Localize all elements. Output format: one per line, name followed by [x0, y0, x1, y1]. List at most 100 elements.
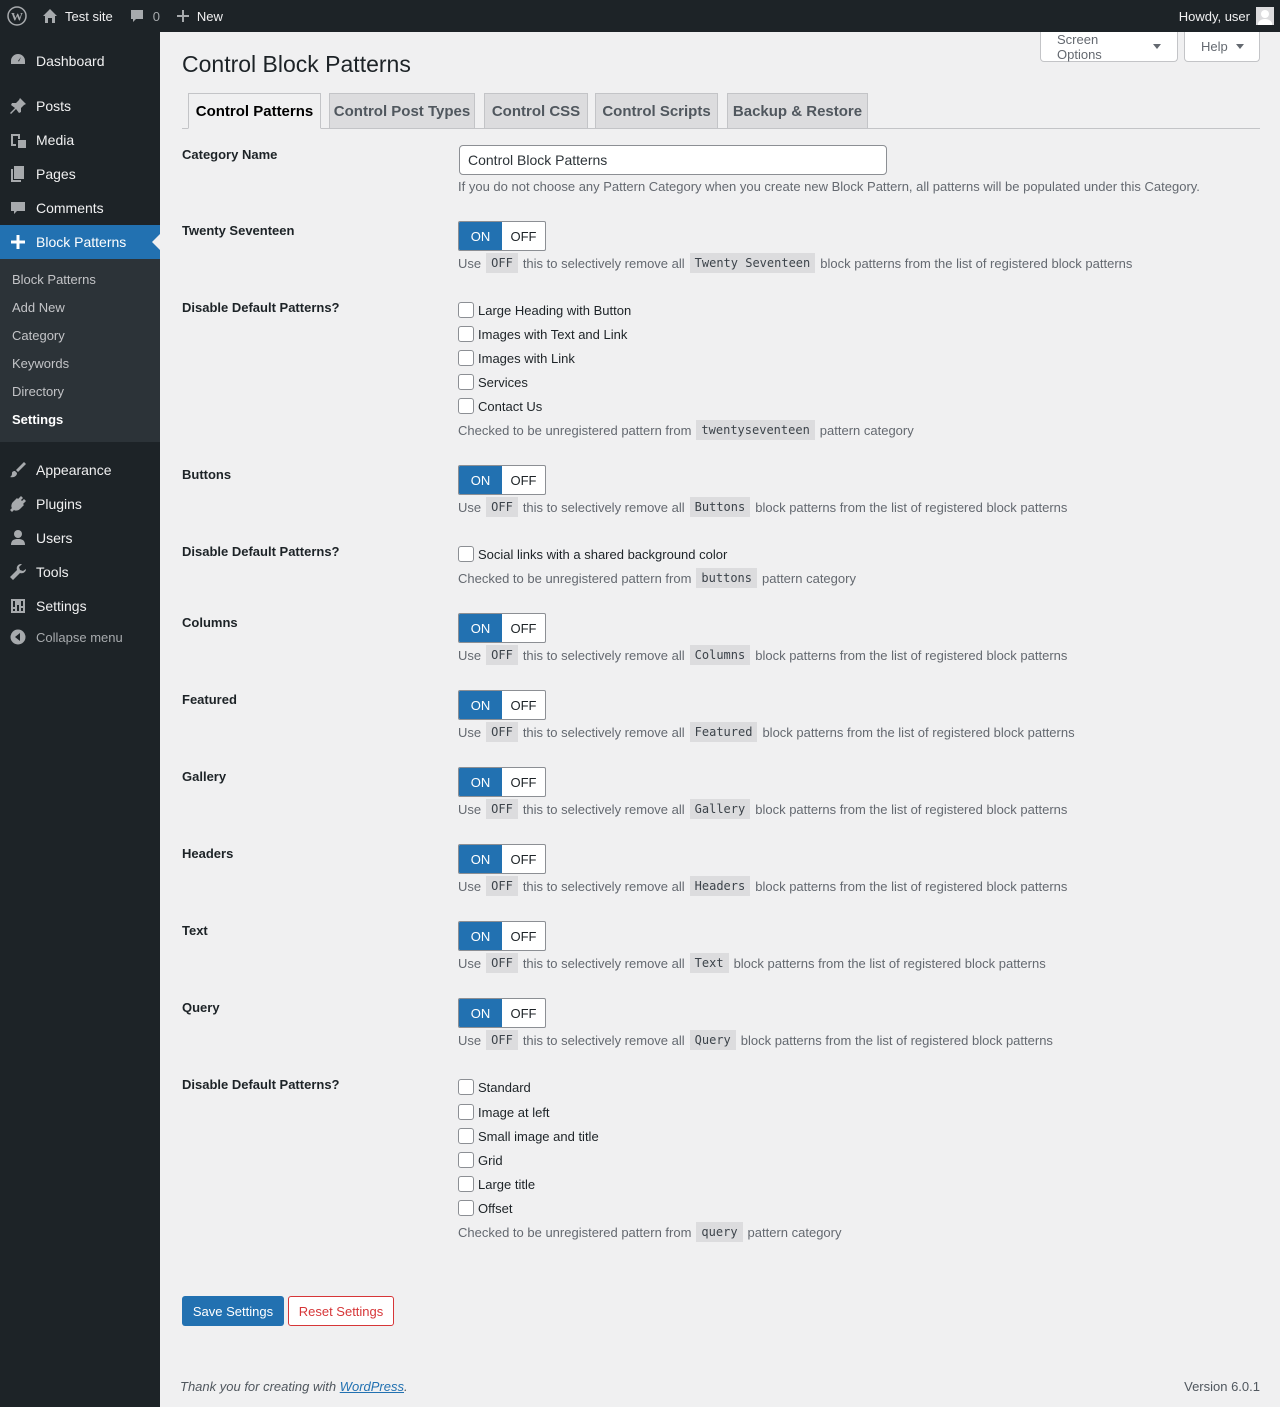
- sidebar-item-comments[interactable]: Comments: [0, 191, 160, 225]
- save-settings-button[interactable]: Save Settings: [182, 1296, 284, 1326]
- submenu-item-settings[interactable]: Settings: [12, 412, 63, 427]
- sidebar-item-settings[interactable]: Settings: [0, 589, 160, 623]
- checkbox[interactable]: [458, 1079, 474, 1095]
- sidebar-item-label: Settings: [36, 598, 87, 614]
- submenu-item-block-patterns[interactable]: Block Patterns: [12, 272, 96, 287]
- toggle-on[interactable]: ON: [459, 999, 502, 1027]
- toggle-off[interactable]: OFF: [502, 614, 545, 642]
- checkbox-item[interactable]: Images with Text and Link: [458, 326, 627, 342]
- collapse-label: Collapse menu: [36, 629, 123, 645]
- submenu-item-category[interactable]: Category: [12, 328, 65, 343]
- toggle-on[interactable]: ON: [459, 922, 502, 950]
- tab-backup-restore[interactable]: Backup & Restore: [727, 93, 868, 129]
- checkbox-item[interactable]: Image at left: [458, 1104, 550, 1120]
- toggle-on[interactable]: ON: [459, 845, 502, 873]
- toggle-off[interactable]: OFF: [502, 466, 545, 494]
- sidebar-item-plugins[interactable]: Plugins: [0, 487, 160, 521]
- submenu-item-keywords[interactable]: Keywords: [12, 356, 69, 371]
- sidebar-item-tools[interactable]: Tools: [0, 555, 160, 589]
- desc-text: block patterns from the list of register…: [820, 255, 1133, 271]
- caret-down-icon: [1235, 44, 1244, 53]
- toggle-off[interactable]: OFF: [502, 999, 545, 1027]
- toggle-off[interactable]: OFF: [502, 222, 545, 250]
- toggle-off[interactable]: OFF: [502, 922, 545, 950]
- site-name-link[interactable]: Test site: [34, 0, 121, 32]
- submenu-item-add-new[interactable]: Add New: [12, 300, 65, 315]
- checkbox[interactable]: [458, 1152, 474, 1168]
- reset-settings-button[interactable]: Reset Settings: [288, 1296, 394, 1326]
- sidebar-item-pages[interactable]: Pages: [0, 157, 160, 191]
- account-menu[interactable]: Howdy, user: [1171, 0, 1280, 32]
- sidebar-item-block-patterns[interactable]: Block Patterns: [0, 225, 160, 259]
- disable-default-label: Disable Default Patterns?: [182, 544, 340, 559]
- checkbox[interactable]: [458, 350, 474, 366]
- wordpress-link[interactable]: WordPress: [340, 1379, 404, 1394]
- sidebar-submenu: Block Patterns Add New Category Keywords…: [0, 259, 160, 442]
- code-chip: Buttons: [689, 497, 751, 517]
- comments-link[interactable]: 0: [121, 0, 168, 32]
- section-label: Columns: [182, 615, 238, 630]
- twentyseventeen-toggle[interactable]: ON OFF: [458, 221, 546, 251]
- submenu-item-directory[interactable]: Directory: [12, 384, 64, 399]
- checkbox-item[interactable]: Large Heading with Button: [458, 302, 631, 318]
- wordpress-logo-icon[interactable]: W: [0, 0, 34, 32]
- section-label: Headers: [182, 846, 234, 861]
- sidebar-item-appearance[interactable]: Appearance: [0, 453, 160, 487]
- checkbox[interactable]: [458, 398, 474, 414]
- toggle-off[interactable]: OFF: [502, 768, 545, 796]
- code-chip: query: [696, 1222, 743, 1242]
- checkbox-item[interactable]: Small image and title: [458, 1128, 599, 1144]
- gallery-toggle[interactable]: ON OFF: [458, 767, 546, 797]
- checkbox[interactable]: [458, 1128, 474, 1144]
- checkbox[interactable]: [458, 326, 474, 342]
- checkbox[interactable]: [458, 302, 474, 318]
- checkbox-item[interactable]: Standard: [458, 1079, 531, 1095]
- checkbox-item[interactable]: Large title: [458, 1176, 535, 1192]
- tab-control-scripts[interactable]: Control Scripts: [595, 93, 718, 129]
- comment-icon: [129, 8, 145, 24]
- new-content-link[interactable]: New: [168, 0, 231, 32]
- page-title: Control Block Patterns: [182, 51, 411, 77]
- sidebar-item-dashboard[interactable]: Dashboard: [0, 44, 160, 78]
- tab-control-css[interactable]: Control CSS: [484, 93, 588, 129]
- home-icon: [42, 8, 58, 24]
- checkbox-item[interactable]: Offset: [458, 1200, 512, 1216]
- checkbox[interactable]: [458, 374, 474, 390]
- checkbox-item[interactable]: Services: [458, 374, 528, 390]
- screen-options-button[interactable]: Screen Options: [1040, 32, 1178, 62]
- category-name-input[interactable]: Control Block Patterns: [459, 145, 887, 175]
- toggle-off[interactable]: OFF: [502, 691, 545, 719]
- buttons-toggle[interactable]: ON OFF: [458, 465, 546, 495]
- toggle-off[interactable]: OFF: [502, 845, 545, 873]
- checkbox-item[interactable]: Grid: [458, 1152, 503, 1168]
- checkbox-item[interactable]: Images with Link: [458, 350, 575, 366]
- toggle-on[interactable]: ON: [459, 222, 502, 250]
- checkbox-item[interactable]: Social links with a shared background co…: [458, 546, 727, 562]
- code-chip: OFF: [486, 876, 518, 896]
- desc-text: Use: [458, 724, 482, 740]
- checkbox[interactable]: [458, 1104, 474, 1120]
- headers-toggle[interactable]: ON OFF: [458, 844, 546, 874]
- checklist-description: Checked to be unregistered pattern from t…: [458, 420, 914, 440]
- query-toggle[interactable]: ON OFF: [458, 998, 546, 1028]
- columns-toggle[interactable]: ON OFF: [458, 613, 546, 643]
- collapse-menu-button[interactable]: Collapse menu: [0, 629, 160, 645]
- checkbox[interactable]: [458, 1176, 474, 1192]
- sidebar-item-users[interactable]: Users: [0, 521, 160, 555]
- tab-control-post-types[interactable]: Control Post Types: [329, 93, 475, 129]
- featured-toggle[interactable]: ON OFF: [458, 690, 546, 720]
- checkbox[interactable]: [458, 546, 474, 562]
- checkbox-item[interactable]: Contact Us: [458, 398, 542, 414]
- tab-control-patterns[interactable]: Control Patterns: [188, 93, 321, 129]
- checkbox[interactable]: [458, 1200, 474, 1216]
- toggle-on[interactable]: ON: [459, 691, 502, 719]
- sidebar-item-posts[interactable]: Posts: [0, 89, 160, 123]
- section-label: Gallery: [182, 769, 227, 784]
- toggle-on[interactable]: ON: [459, 614, 502, 642]
- sidebar-item-media[interactable]: Media: [0, 123, 160, 157]
- code-chip: Headers: [689, 876, 751, 896]
- help-button[interactable]: Help: [1184, 32, 1260, 62]
- text-toggle[interactable]: ON OFF: [458, 921, 546, 951]
- toggle-on[interactable]: ON: [459, 768, 502, 796]
- toggle-on[interactable]: ON: [459, 466, 502, 494]
